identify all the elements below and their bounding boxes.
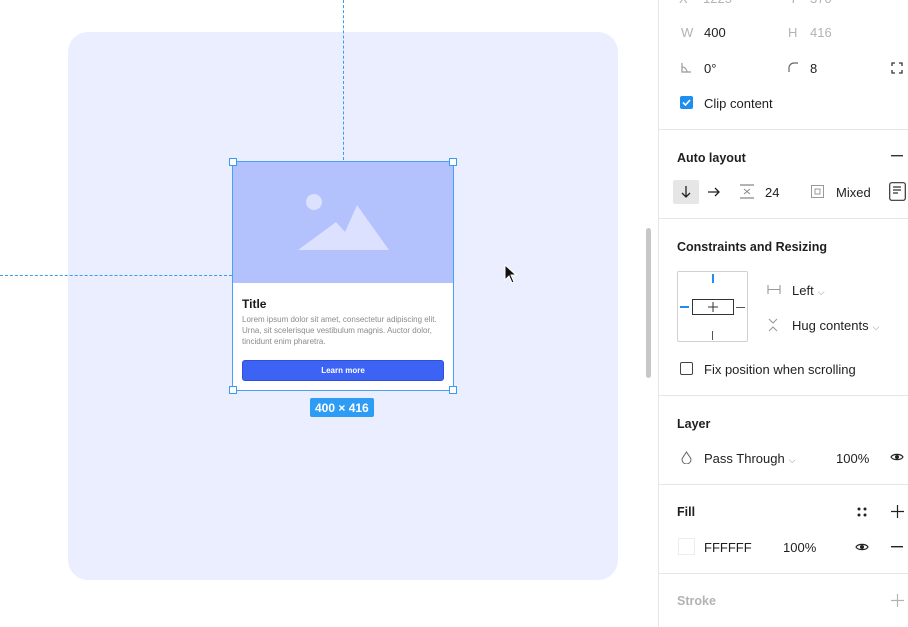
- constraint-top[interactable]: [712, 274, 714, 283]
- constraint-center-box: [692, 299, 734, 315]
- padding-input[interactable]: Mixed: [836, 185, 871, 200]
- fix-position-checkbox[interactable]: [680, 362, 693, 375]
- selection-handle-top-left[interactable]: [229, 158, 237, 166]
- horizontal-constraint-icon: [767, 285, 781, 294]
- padding-icon: [811, 185, 824, 198]
- independent-corners-icon[interactable]: [891, 62, 903, 74]
- section-divider: [659, 129, 908, 130]
- remove-auto-layout-icon[interactable]: [891, 155, 903, 157]
- arrow-right-icon: [708, 187, 720, 197]
- arrow-down-icon: [681, 186, 691, 198]
- constraint-widget[interactable]: [677, 271, 748, 342]
- horizontal-constraint-value: Left: [792, 283, 814, 298]
- section-divider: [659, 484, 908, 485]
- layer-opacity-input[interactable]: 100%: [836, 451, 869, 466]
- blend-mode-dropdown[interactable]: Pass Through ⌵: [704, 451, 796, 466]
- section-divider: [659, 218, 908, 219]
- blend-mode-value: Pass Through: [704, 451, 785, 466]
- direction-vertical-button[interactable]: [673, 180, 699, 204]
- fill-title: Fill: [677, 505, 696, 519]
- card-body-text: Lorem ipsum dolor sit amet, consectetur …: [242, 315, 437, 346]
- fill-opacity-input[interactable]: 100%: [783, 540, 816, 555]
- styles-grid-icon[interactable]: [856, 506, 868, 518]
- width-input[interactable]: 400: [704, 25, 726, 40]
- selection-handle-bottom-right[interactable]: [449, 386, 457, 394]
- layer-title: Layer: [677, 417, 711, 431]
- constraint-bottom[interactable]: [712, 331, 713, 340]
- selection-handle-top-right[interactable]: [449, 158, 457, 166]
- vertical-constraint-value: Hug contents: [792, 318, 869, 333]
- card-component[interactable]: Title Lorem ipsum dolor sit amet, consec…: [232, 161, 454, 391]
- design-canvas[interactable]: Title Lorem ipsum dolor sit amet, consec…: [0, 0, 658, 627]
- section-divider: [659, 395, 908, 396]
- properties-panel: X 1225 Y 370 W 400 H 416 0° 8 Clip conte…: [658, 0, 908, 627]
- learn-more-button[interactable]: Learn more: [242, 360, 444, 381]
- size-badge: 400 × 416: [310, 398, 374, 417]
- width-label: W: [681, 25, 694, 40]
- chevron-down-icon: ⌵: [872, 322, 880, 332]
- spacing-between-icon: [740, 184, 754, 199]
- constraint-right[interactable]: [736, 307, 745, 308]
- horizontal-constraint-dropdown[interactable]: Left ⌵: [792, 283, 825, 298]
- hug-contents-icon: [768, 318, 778, 332]
- horizontal-guide-line: [0, 275, 232, 276]
- clip-content-checkbox[interactable]: [680, 96, 693, 109]
- fix-position-label: Fix position when scrolling: [704, 362, 856, 377]
- corner-radius-input[interactable]: 8: [810, 61, 817, 76]
- selection-handle-bottom-left[interactable]: [229, 386, 237, 394]
- add-stroke-icon[interactable]: [891, 594, 904, 607]
- image-placeholder-icon: [298, 194, 389, 250]
- chevron-down-icon: ⌵: [788, 455, 796, 465]
- auto-layout-title: Auto layout: [677, 151, 746, 165]
- y-label: Y: [789, 0, 798, 6]
- plus-icon: [708, 302, 718, 312]
- fill-color-swatch[interactable]: [678, 538, 695, 555]
- checkmark-icon: [682, 99, 691, 107]
- canvas-scrollbar[interactable]: [646, 228, 651, 378]
- constraints-title: Constraints and Resizing: [677, 240, 828, 254]
- x-label: X: [679, 0, 688, 6]
- corner-radius-icon: [788, 62, 798, 72]
- vertical-guide-line: [343, 0, 344, 160]
- card-title: Title: [242, 297, 267, 311]
- height-label: H: [788, 25, 798, 40]
- add-fill-icon[interactable]: [891, 505, 904, 518]
- remove-fill-icon[interactable]: [891, 546, 903, 548]
- rotation-icon: [681, 63, 691, 73]
- rotation-input[interactable]: 0°: [704, 61, 716, 76]
- clip-content-label: Clip content: [704, 96, 773, 111]
- section-divider: [659, 573, 908, 574]
- fill-hex-input[interactable]: FFFFFF: [704, 540, 752, 555]
- x-input[interactable]: 1225: [703, 0, 732, 6]
- constraint-left[interactable]: [680, 306, 689, 308]
- eye-icon[interactable]: [890, 452, 904, 462]
- direction-horizontal-button[interactable]: [701, 180, 727, 204]
- chevron-down-icon: ⌵: [817, 287, 825, 297]
- vertical-constraint-dropdown[interactable]: Hug contents ⌵: [792, 318, 879, 333]
- blend-mode-drop-icon: [681, 451, 692, 464]
- spacing-input[interactable]: 24: [765, 185, 779, 200]
- mouse-cursor-icon: [504, 264, 518, 284]
- height-input[interactable]: 416: [810, 25, 832, 40]
- alignment-icon[interactable]: [889, 182, 906, 201]
- eye-icon[interactable]: [855, 542, 869, 552]
- stroke-title: Stroke: [677, 594, 716, 608]
- y-input[interactable]: 370: [810, 0, 832, 6]
- card-image-placeholder: [233, 162, 453, 283]
